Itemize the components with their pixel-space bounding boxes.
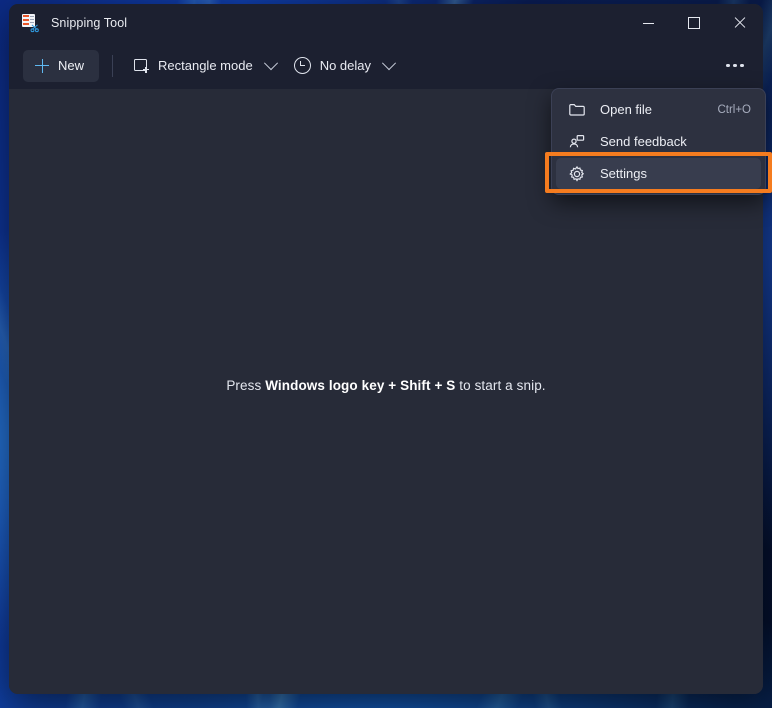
hint-prefix: Press [226,378,266,393]
folder-icon [568,101,586,119]
toolbar-divider [112,54,114,77]
mode-dropdown-label: Rectangle mode [158,58,253,73]
clock-icon [293,57,311,74]
menu-item-label: Send feedback [600,134,687,149]
maximize-button[interactable] [671,4,717,42]
window-title: Snipping Tool [51,16,128,30]
delay-dropdown[interactable]: No delay [285,50,403,82]
delay-dropdown-label: No delay [319,58,371,73]
more-options-button[interactable] [717,50,753,82]
send-feedback-icon [568,133,586,151]
mode-dropdown[interactable]: Rectangle mode [125,50,285,82]
plus-icon [35,58,49,73]
chevron-down-icon [263,55,278,70]
gear-icon [568,165,586,183]
snipping-tool-icon [21,14,39,33]
new-button-label: New [58,58,85,73]
new-button[interactable]: New [23,49,100,82]
snip-hint-text: Press Windows logo key + Shift + S to st… [226,378,545,393]
minimize-button[interactable] [625,4,671,42]
title-bar: Snipping Tool [9,4,763,42]
menu-item-shortcut: Ctrl+O [717,103,751,116]
hint-keys: Windows logo key + Shift + S [265,378,456,393]
hint-suffix: to start a snip. [455,378,546,393]
menu-item-open-file[interactable]: Open file Ctrl+O [556,94,761,125]
close-button[interactable] [717,4,763,42]
rectangle-snip-icon [134,58,149,73]
menu-item-label: Open file [600,102,653,117]
toolbar: New Rectangle mode No delay [9,42,763,89]
window-controls [625,4,763,42]
menu-item-send-feedback[interactable]: Send feedback [556,126,761,157]
menu-item-label: Settings [600,166,647,181]
overflow-menu: Open file Ctrl+O Send feedback Settings [551,88,766,195]
menu-item-settings[interactable]: Settings [556,158,761,189]
chevron-down-icon [381,55,397,70]
